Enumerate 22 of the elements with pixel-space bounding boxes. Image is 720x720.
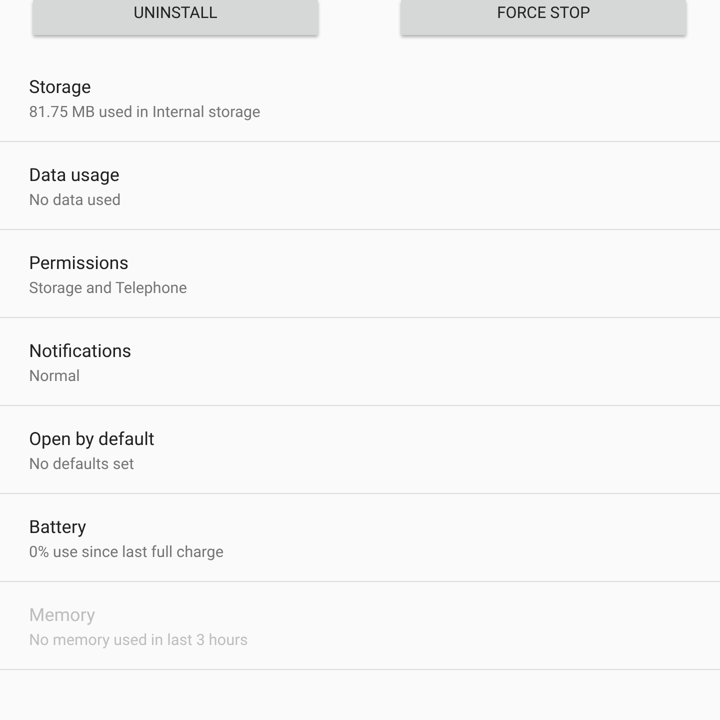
item-summary: Normal	[29, 366, 81, 387]
item-title: Storage	[29, 76, 92, 100]
item-summary: No memory used in last 3 hours	[29, 630, 249, 651]
item-summary: 81.75 MB used in Internal storage	[29, 102, 262, 123]
settings-item[interactable]: Data usage No data used	[0, 142, 720, 230]
item-title: Notifications	[29, 340, 132, 364]
item-title: Open by default	[29, 428, 156, 452]
item-title: Battery	[29, 516, 88, 540]
item-summary: 0% use since last full charge	[29, 542, 225, 563]
settings-item[interactable]: Battery 0% use since last full charge	[0, 494, 720, 582]
action-button[interactable]: FORCE STOP	[401, 0, 686, 35]
item-summary: No data used	[29, 190, 122, 211]
settings-item[interactable]: Notifications Normal	[0, 318, 720, 406]
item-title: Memory	[29, 604, 96, 628]
action-button[interactable]: UNINSTALL	[33, 0, 318, 35]
settings-item[interactable]: Permissions Storage and Telephone	[0, 230, 720, 318]
settings-item[interactable]: Storage 81.75 MB used in Internal storage	[0, 54, 720, 142]
item-title: Permissions	[29, 252, 130, 276]
item-summary: No defaults set	[29, 454, 136, 475]
settings-item[interactable]: Open by default No defaults set	[0, 406, 720, 494]
item-summary: Storage and Telephone	[29, 278, 188, 299]
item-title: Data usage	[29, 164, 120, 188]
